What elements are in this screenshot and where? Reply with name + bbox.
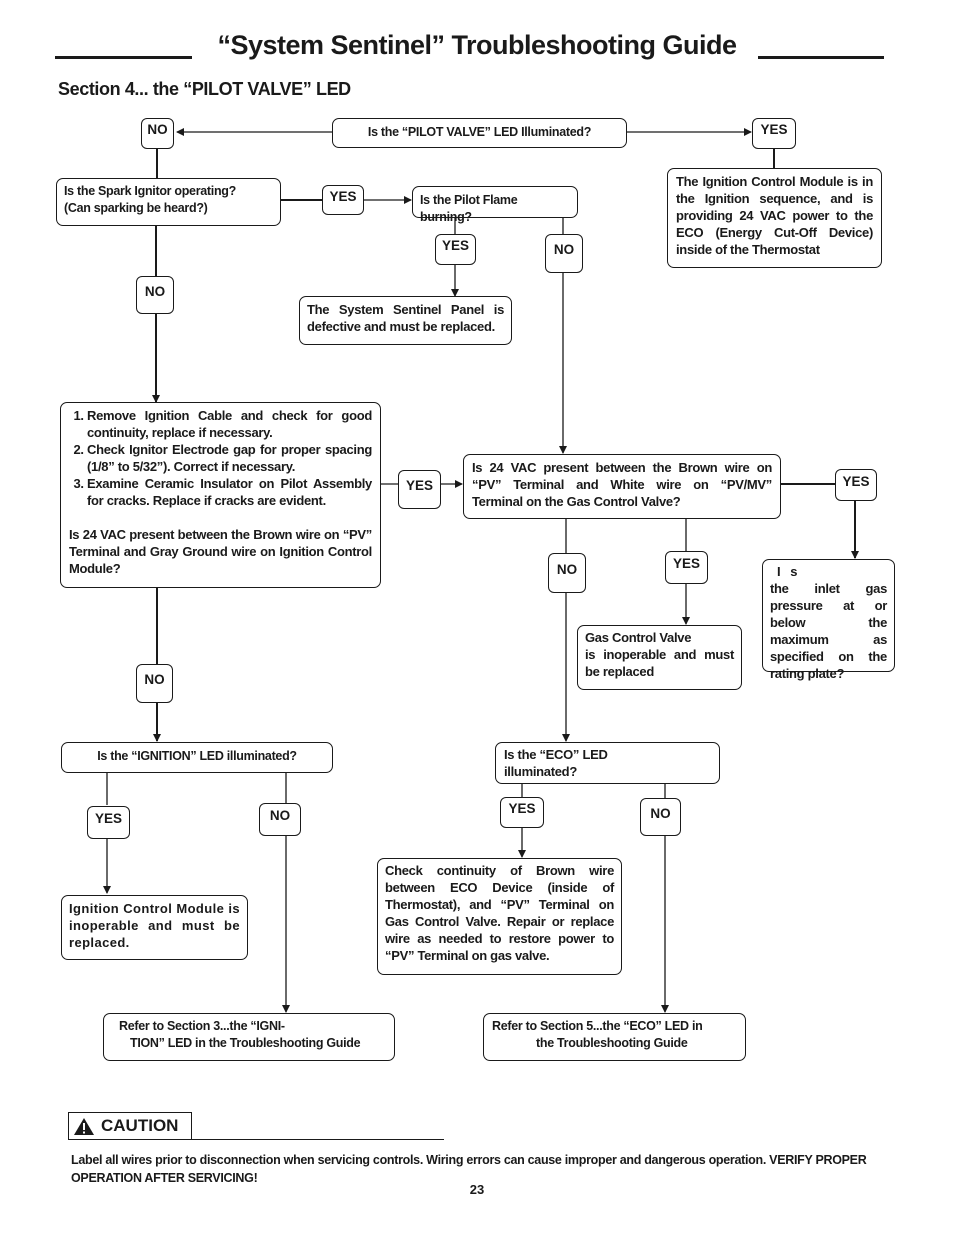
question-inlet-pressure-line2: the inlet gas pressure at or below the m… (770, 581, 887, 681)
yes-label-pilot-flame: YES (435, 234, 476, 265)
question-24vac-ignition-module: Is 24 VAC present between the Brown wire… (69, 527, 372, 576)
question-inlet-pressure: I s the inlet gas pressure at or below t… (762, 559, 895, 681)
question-eco-led-line1: Is the “ECO” LED (504, 747, 608, 762)
result-gas-valve-line1: Gas Control Valve (585, 630, 692, 645)
caution-label: CAUTION (68, 1112, 192, 1140)
question-eco-led: Is the “ECO” LED illuminated? (495, 742, 720, 784)
no-label-spark: NO (136, 276, 174, 314)
question-ignition-led: Is the “IGNITION” LED illuminated? (61, 742, 333, 773)
result-check-continuity: Check continuity of Brown wire between E… (377, 858, 622, 975)
yes-label-pilot-valve: YES (752, 118, 796, 149)
yes-label-eco-led: YES (500, 797, 544, 828)
warning-triangle-icon (74, 1117, 94, 1135)
question-inlet-pressure-line1: I s (777, 564, 798, 579)
refer-section-5: Refer to Section 5...the “ECO” LED in th… (483, 1013, 746, 1061)
caution-label-text: CAUTION (101, 1116, 179, 1135)
refer-section-3-line2: TION” LED in the Troubleshooting Guide (130, 1036, 361, 1050)
no-label-gas-valve: NO (548, 553, 586, 593)
steps-list: Remove Ignition Cable and check for good… (69, 407, 372, 509)
refer-section-5-line2: the Troubleshooting Guide (536, 1036, 688, 1050)
result-gas-valve-line2: is inoperable and must be replaced (585, 647, 734, 679)
result-panel-defective: The System Sentinel Panel is defective a… (299, 296, 512, 345)
question-pilot-valve-led: Is the “PILOT VALVE” LED Illuminated? (332, 118, 627, 148)
refer-section-5-line1: Refer to Section 5...the “ECO” LED in (492, 1019, 703, 1033)
question-24vac-gas-valve: Is 24 VAC present between the Brown wire… (463, 454, 781, 519)
step-item: Examine Ceramic Insulator on Pilot Assem… (87, 475, 372, 509)
yes-label-ignition-led: YES (87, 806, 130, 839)
refer-section-3-line1: Refer to Section 3...the “IGNI- (119, 1019, 285, 1033)
question-eco-led-line2: illuminated? (504, 764, 577, 779)
refer-section-3: Refer to Section 3...the “IGNI- TION” LE… (103, 1013, 395, 1061)
question-spark-ignitor: Is the Spark Ignitor operating? (Can spa… (56, 178, 281, 226)
no-label-eco-led: NO (640, 798, 681, 836)
result-ignition-sequence: The Ignition Control Module is in the Ig… (667, 168, 882, 268)
no-label-ignition-led: NO (259, 803, 301, 836)
result-icm-inoperable: Ignition Control Module is inoperable an… (61, 895, 248, 960)
question-spark-ignitor-line2: (Can sparking be heard?) (64, 201, 208, 215)
yes-label-gas-valve-2: YES (665, 551, 708, 584)
no-label-pilot-flame: NO (545, 234, 583, 273)
no-label-steps: NO (136, 664, 173, 703)
step-item: Remove Ignition Cable and check for good… (87, 407, 372, 441)
caution-rule (192, 1139, 444, 1140)
question-spark-ignitor-line1: Is the Spark Ignitor operating? (64, 184, 236, 198)
yes-label-spark: YES (322, 185, 364, 215)
step-item: Check Ignitor Electrode gap for proper s… (87, 441, 372, 475)
question-pilot-flame: Is the Pilot Flame burning? (412, 186, 578, 224)
result-gas-valve-inoperable: Gas Control Valve is inoperable and must… (577, 625, 742, 690)
ignitor-check-steps: Remove Ignition Cable and check for good… (60, 402, 381, 588)
yes-label-gas-valve: YES (835, 469, 877, 501)
page-number: 23 (469, 1182, 485, 1197)
yes-label-steps: YES (398, 470, 441, 509)
no-label-pilot-valve: NO (141, 118, 174, 149)
